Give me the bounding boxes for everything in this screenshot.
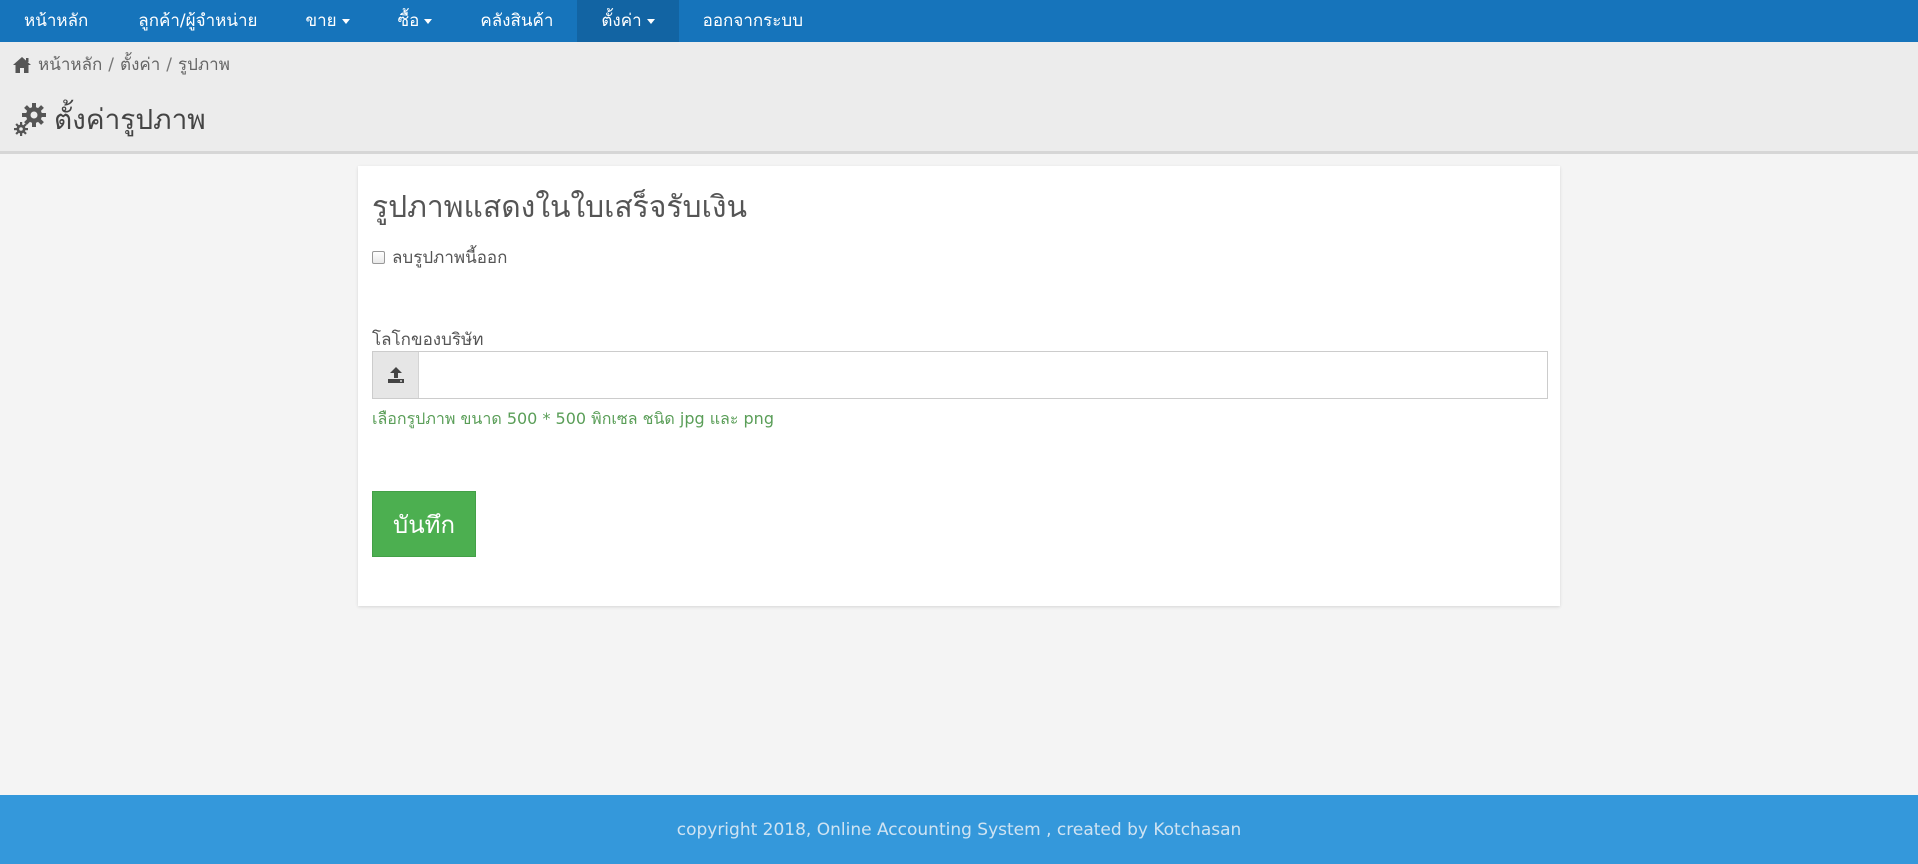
nav-item-label: หน้าหลัก — [24, 11, 89, 31]
footer-copyright: copyright 2018, Online Accounting System… — [676, 819, 1242, 840]
upload-button[interactable] — [373, 352, 419, 398]
caret-down-icon — [424, 18, 433, 24]
delete-image-option[interactable]: ลบรูปภาพนี้ออก — [372, 244, 507, 271]
nav-item-logout[interactable]: ออกจากระบบ — [679, 0, 827, 42]
nav-item-home[interactable]: หน้าหลัก — [0, 0, 114, 42]
nav-item-label: ตั้งค่า — [601, 11, 642, 31]
nav-item-label: คลังสินค้า — [480, 11, 554, 31]
breadcrumb-separator: / — [166, 54, 173, 75]
logo-file-input[interactable] — [372, 351, 1548, 399]
nav-item-sales[interactable]: ขาย — [281, 0, 373, 42]
delete-image-checkbox[interactable] — [372, 251, 385, 264]
card-heading: รูปภาพแสดงในใบเสร็จรับเงิน — [372, 190, 747, 225]
breadcrumb-current: รูปภาพ — [178, 55, 230, 75]
logo-field-label: โลโกของบริษัท — [372, 330, 484, 350]
save-button[interactable]: บันทึก — [372, 491, 476, 557]
delete-image-label: ลบรูปภาพนี้ออก — [392, 248, 508, 268]
nav-item-label: ลูกค้า/ผู้จำหน่าย — [138, 11, 258, 31]
logo-help-text: เลือกรูปภาพ ขนาด 500 * 500 พิกเซล ชนิด j… — [372, 409, 774, 428]
page-title-text: ตั้งค่ารูปภาพ — [54, 103, 206, 136]
gears-icon — [14, 103, 46, 136]
breadcrumb: หน้าหลัก / ตั้งค่า / รูปภาพ — [12, 51, 230, 78]
breadcrumb-settings[interactable]: ตั้งค่า — [120, 51, 160, 78]
nav-item-inventory[interactable]: คลังสินค้า — [456, 0, 577, 42]
home-icon — [13, 56, 31, 73]
nav-item-label: ออกจากระบบ — [702, 11, 803, 31]
page-header: หน้าหลัก / ตั้งค่า / รูปภาพ ตั้งค่ารูปภา… — [0, 42, 1918, 154]
page-title: ตั้งค่ารูปภาพ — [12, 98, 206, 142]
breadcrumb-separator: / — [108, 54, 115, 75]
settings-card: รูปภาพแสดงในใบเสร็จรับเงิน ลบรูปภาพนี้ออ… — [358, 166, 1560, 606]
nav-item-purchases[interactable]: ซื้อ — [374, 0, 457, 42]
nav-item-label: ซื้อ — [397, 11, 420, 31]
footer: copyright 2018, Online Accounting System… — [0, 795, 1918, 864]
nav-item-customers-suppliers[interactable]: ลูกค้า/ผู้จำหน่าย — [114, 0, 281, 42]
caret-down-icon — [341, 18, 350, 24]
nav-item-settings[interactable]: ตั้งค่า — [577, 0, 679, 42]
logo-file-value — [419, 352, 1547, 398]
nav-item-label: ขาย — [305, 11, 337, 31]
breadcrumb-home[interactable]: หน้าหลัก — [38, 51, 102, 78]
top-navigation: หน้าหลัก ลูกค้า/ผู้จำหน่าย ขาย ซื้อ คลัง… — [0, 0, 1918, 42]
caret-down-icon — [646, 18, 655, 24]
upload-icon — [387, 367, 404, 383]
